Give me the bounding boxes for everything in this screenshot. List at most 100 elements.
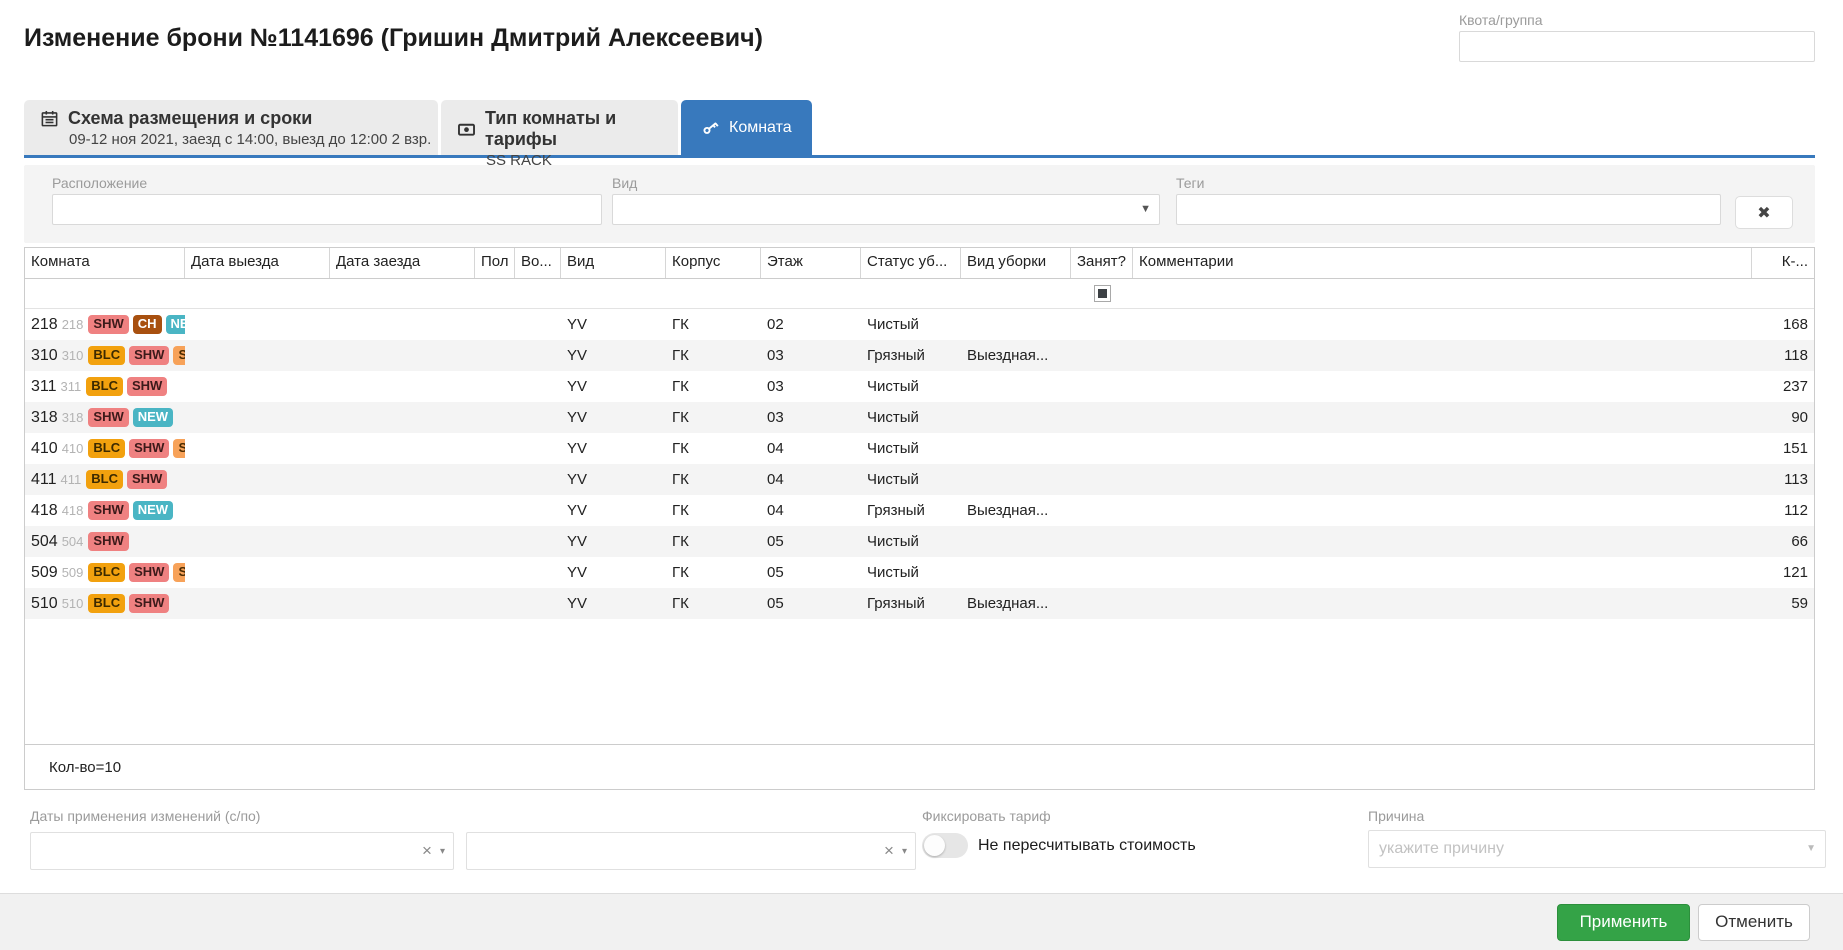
gender-cell (475, 371, 515, 402)
view-select[interactable]: ▼ (612, 194, 1160, 225)
col-header-view[interactable]: Вид (561, 248, 666, 278)
quota-group-input[interactable] (1459, 31, 1815, 62)
cancel-button[interactable]: Отменить (1698, 904, 1810, 941)
col-header-age[interactable]: Во... (515, 248, 561, 278)
tab-bar: Схема размещения и сроки 09-12 ноя 2021,… (24, 100, 1815, 158)
cleaning-type-cell (961, 557, 1071, 588)
room-tag-badge-blc: BLC (88, 594, 125, 613)
depart-date-cell (185, 309, 330, 340)
arrive-date-cell (330, 433, 475, 464)
gender-cell (475, 433, 515, 464)
table-row[interactable]: 504504SHWYVГК05Чистый66 (25, 526, 1814, 557)
col-header-building[interactable]: Корпус (666, 248, 761, 278)
clean-status-cell: Чистый (861, 464, 961, 495)
table-row[interactable]: 318318SHWNEWYVГК03Чистый90 (25, 402, 1814, 433)
col-header-count[interactable]: К-... (1752, 248, 1814, 278)
busy-filter-checkbox[interactable] (1094, 285, 1111, 302)
view-cell: YV (561, 309, 666, 340)
reason-select[interactable]: укажите причину ▼ (1368, 830, 1826, 868)
room-number-secondary: 410 (62, 441, 84, 456)
col-header-comments[interactable]: Комментарии (1133, 248, 1752, 278)
location-input[interactable] (52, 194, 602, 225)
clean-status-cell: Чистый (861, 402, 961, 433)
date-to-select[interactable]: × ▾ (466, 832, 916, 870)
floor-cell: 05 (761, 526, 861, 557)
view-cell: YV (561, 557, 666, 588)
apply-dates-label: Даты применения изменений (с/по) (30, 808, 260, 824)
clear-icon[interactable]: × (422, 841, 432, 861)
cleaning-type-cell (961, 433, 1071, 464)
arrive-date-cell (330, 464, 475, 495)
reason-label: Причина (1368, 808, 1826, 824)
room-tag-badge-shw: SHW (88, 501, 128, 520)
room-number-secondary: 510 (62, 596, 84, 611)
floor-cell: 03 (761, 402, 861, 433)
table-row[interactable]: 411411BLCSHWYVГК04Чистый113 (25, 464, 1814, 495)
view-cell: YV (561, 371, 666, 402)
floor-cell: 04 (761, 464, 861, 495)
depart-date-cell (185, 526, 330, 557)
age-cell (515, 371, 561, 402)
table-row[interactable]: 310310BLCSHWSYVГК03ГрязныйВыездная...118 (25, 340, 1814, 371)
view-cell: YV (561, 464, 666, 495)
col-header-status[interactable]: Статус уб... (861, 248, 961, 278)
toggle-knob (924, 835, 945, 856)
room-tag-badge-new: NEW (166, 315, 185, 334)
floor-cell: 03 (761, 371, 861, 402)
building-cell: ГК (666, 495, 761, 526)
depart-date-cell (185, 588, 330, 619)
tab-room-type-rates[interactable]: Тип комнаты и тарифы SS RACK (441, 100, 678, 155)
table-row[interactable]: 218218SHWCHNEWYVГК02Чистый168 (25, 309, 1814, 340)
age-cell (515, 588, 561, 619)
table-row[interactable]: 311311BLCSHWYVГК03Чистый237 (25, 371, 1814, 402)
tab-placement-scheme[interactable]: Схема размещения и сроки 09-12 ноя 2021,… (24, 100, 438, 155)
depart-date-cell (185, 371, 330, 402)
age-cell (515, 433, 561, 464)
table-row[interactable]: 418418SHWNEWYVГК04ГрязныйВыездная...112 (25, 495, 1814, 526)
arrive-date-cell (330, 340, 475, 371)
table-row[interactable]: 410410BLCSHWSYVГК04Чистый151 (25, 433, 1814, 464)
depart-date-cell (185, 557, 330, 588)
col-header-cleaning[interactable]: Вид уборки (961, 248, 1071, 278)
busy-cell (1071, 588, 1133, 619)
comments-cell (1133, 433, 1752, 464)
count-cell: 151 (1752, 433, 1814, 464)
tab-room-type-label: Тип комнаты и тарифы (485, 108, 662, 150)
room-number-secondary: 504 (62, 534, 84, 549)
col-header-room[interactable]: Комната (25, 248, 185, 278)
arrive-date-cell (330, 557, 475, 588)
table-row[interactable]: 510510BLCSHWYVГК05ГрязныйВыездная...59 (25, 588, 1814, 619)
room-tag-badge-blc: BLC (88, 346, 125, 365)
col-header-depart[interactable]: Дата выезда (185, 248, 330, 278)
col-header-floor[interactable]: Этаж (761, 248, 861, 278)
clear-filters-button[interactable]: ✖ (1735, 196, 1793, 229)
tags-input[interactable] (1176, 194, 1721, 225)
building-cell: ГК (666, 464, 761, 495)
tab-room[interactable]: Комната (681, 100, 812, 155)
room-cell: 310310BLCSHWS (25, 340, 185, 371)
building-cell: ГК (666, 402, 761, 433)
apply-button[interactable]: Применить (1557, 904, 1690, 941)
count-cell: 113 (1752, 464, 1814, 495)
col-header-arrive[interactable]: Дата заезда (330, 248, 475, 278)
room-tag-badge-new: NEW (133, 501, 173, 520)
location-filter: Расположение (52, 175, 602, 225)
table-row[interactable]: 509509BLCSHWSYVГК05Чистый121 (25, 557, 1814, 588)
fix-rate-label: Фиксировать тариф (922, 808, 1196, 824)
busy-cell (1071, 309, 1133, 340)
cleaning-type-cell (961, 464, 1071, 495)
fix-rate-toggle[interactable] (922, 833, 968, 858)
clear-icon[interactable]: × (884, 841, 894, 861)
col-header-gender[interactable]: Пол (475, 248, 515, 278)
date-from-select[interactable]: × ▾ (30, 832, 454, 870)
age-cell (515, 402, 561, 433)
room-tag-badge-shw: SHW (127, 470, 167, 489)
col-header-busy[interactable]: Занят? (1071, 248, 1133, 278)
room-number-secondary: 418 (62, 503, 84, 518)
view-cell: YV (561, 526, 666, 557)
room-tag-badge-s: S (173, 563, 185, 582)
tags-filter: Теги (1176, 175, 1721, 225)
gender-cell (475, 340, 515, 371)
room-cell: 510510BLCSHW (25, 588, 185, 619)
age-cell (515, 340, 561, 371)
